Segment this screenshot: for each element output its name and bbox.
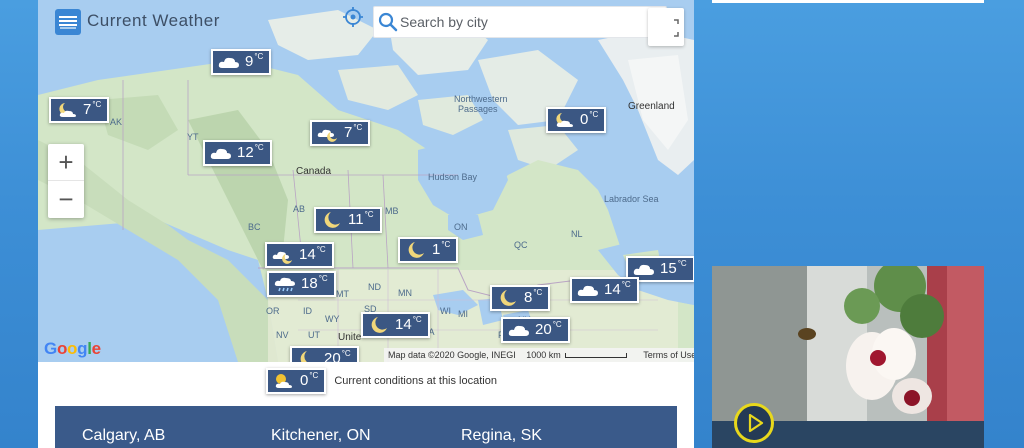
place-passages: Passages [458, 104, 498, 114]
map-attribution: Map data ©2020 Google, INEGI 1000 km Ter… [384, 348, 694, 362]
weather-marker[interactable]: 18 °C [267, 271, 336, 297]
weather-marker[interactable]: 14 °C [570, 277, 639, 303]
legend: 0 °C Current conditions at this location [266, 368, 497, 394]
moon-icon [371, 317, 387, 333]
place-or: OR [266, 306, 280, 316]
place-ut: UT [308, 330, 320, 340]
fullscreen-icon [674, 19, 679, 37]
search-box [373, 6, 667, 38]
place-yt: YT [187, 132, 199, 142]
place-united: Unite [338, 332, 362, 343]
city-list: Calgary, AB Kitchener, ON Regina, SK [55, 406, 677, 448]
city-link[interactable]: Calgary, AB [82, 427, 165, 445]
cloud-icon [633, 264, 654, 275]
place-ab: AB [293, 204, 306, 214]
place-id: ID [303, 306, 312, 316]
moon-icon [500, 290, 516, 306]
place-hudson-bay: Hudson Bay [428, 172, 478, 182]
weather-widget: Northwestern Passages Greenland Canada H… [38, 0, 694, 448]
place-greenland: Greenland [628, 101, 675, 112]
place-mt: MT [336, 289, 349, 299]
place-labrador-sea: Labrador Sea [604, 194, 659, 204]
weather-marker[interactable]: 20 °C [501, 317, 570, 343]
weather-marker[interactable]: 20 °C [290, 346, 359, 362]
place-nl: NL [571, 229, 583, 239]
cloud-icon [210, 148, 231, 159]
cloud-icon [218, 57, 239, 68]
city-link[interactable]: Regina, SK [461, 427, 542, 445]
sun-cloud-icon [275, 374, 292, 388]
place-on: ON [454, 222, 468, 232]
cloud-icon [577, 285, 598, 296]
place-bc: BC [248, 222, 261, 232]
cloud-icon [508, 325, 529, 336]
weather-marker[interactable]: 8 °C [490, 285, 551, 311]
moon-icon [300, 351, 316, 362]
attribution-text: Map data ©2020 Google, INEGI [388, 350, 516, 360]
weather-marker[interactable]: 14 °C [265, 242, 334, 268]
widget-title: Current Weather [87, 11, 220, 30]
place-mi: MI [458, 309, 468, 319]
place-wi: WI [440, 306, 451, 316]
weather-map[interactable]: Northwestern Passages Greenland Canada H… [38, 0, 694, 362]
ad-panel [712, 0, 984, 3]
cloud-moon-icon [317, 129, 337, 142]
google-logo[interactable]: Google [44, 339, 101, 359]
scale-bar [564, 353, 627, 359]
moon-cloud-icon [556, 113, 573, 127]
city-link[interactable]: Kitchener, ON [271, 427, 371, 445]
moon-icon [408, 242, 424, 258]
fullscreen-button[interactable] [648, 8, 684, 46]
cloud-moon-icon [272, 251, 292, 264]
place-ak: AK [110, 117, 123, 127]
weather-logo-icon [55, 9, 81, 35]
widget-header: Current Weather [38, 0, 694, 46]
weather-marker[interactable]: 14 °C [361, 312, 430, 338]
weather-marker[interactable]: 0 °C [546, 107, 607, 133]
legend-marker: 0 °C [266, 368, 327, 394]
zoom-control: + − [48, 144, 84, 218]
play-icon [748, 413, 764, 433]
video-player[interactable] [712, 266, 984, 448]
moon-cloud-icon [59, 103, 76, 117]
legend-text: Current conditions at this location [334, 375, 497, 387]
weather-marker[interactable]: 9 °C [211, 49, 272, 75]
place-nv: NV [276, 330, 289, 340]
city-search-input[interactable] [400, 10, 662, 34]
weather-marker[interactable]: 11 °C [314, 207, 382, 233]
weather-marker[interactable]: 7 °C [49, 97, 110, 123]
rain-cloud-icon [274, 277, 295, 292]
place-mn: MN [398, 288, 412, 298]
weather-marker[interactable]: 1 °C [398, 237, 459, 263]
terms-link[interactable]: Terms of Use [643, 350, 694, 360]
place-wy: WY [325, 314, 340, 324]
place-qc: QC [514, 240, 528, 250]
weather-marker[interactable]: 7 °C [310, 120, 371, 146]
place-mb: MB [385, 206, 399, 216]
moon-icon [324, 212, 340, 228]
weather-marker[interactable]: 12 °C [203, 140, 272, 166]
search-icon[interactable] [378, 12, 398, 32]
zoom-out-button[interactable]: − [48, 181, 84, 218]
place-nd: ND [368, 282, 381, 292]
zoom-in-button[interactable]: + [48, 144, 84, 181]
place-northwestern: Northwestern [454, 94, 508, 104]
place-canada: Canada [296, 166, 332, 177]
locate-icon[interactable] [342, 6, 364, 28]
scale-label: 1000 km [526, 350, 561, 360]
play-button[interactable] [734, 403, 774, 443]
